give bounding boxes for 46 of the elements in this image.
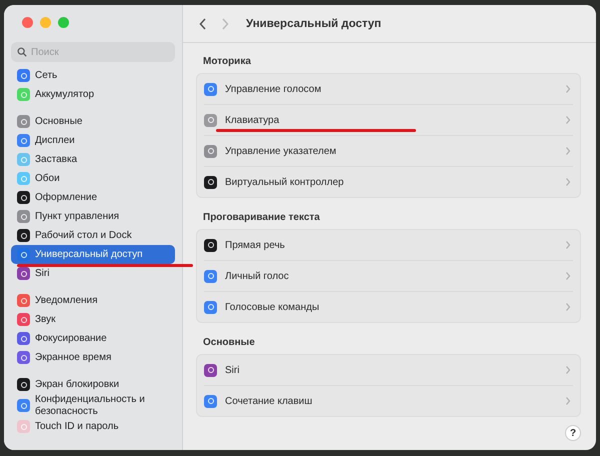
close-button[interactable] bbox=[22, 17, 33, 28]
sidebar-item[interactable]: Обои bbox=[11, 169, 175, 188]
sidebar-item[interactable]: Заставка bbox=[11, 150, 175, 169]
section-heading: Проговаривание текста bbox=[202, 212, 321, 225]
sidebar-item[interactable]: Экран блокировки bbox=[11, 375, 175, 394]
help-button[interactable]: ? bbox=[565, 425, 581, 441]
search-field[interactable]: Поиск bbox=[11, 42, 175, 62]
settings-row[interactable]: Прямая речь bbox=[204, 230, 573, 260]
settings-row[interactable]: Управление голосом bbox=[204, 74, 573, 104]
chevron-icon bbox=[565, 146, 571, 156]
chevron-icon bbox=[565, 365, 571, 375]
sidebar-item[interactable]: Универсальный доступ bbox=[11, 245, 175, 264]
zoom-button[interactable] bbox=[58, 17, 69, 28]
chevron-icon bbox=[565, 177, 571, 187]
settings-row[interactable]: Виртуальный контроллер bbox=[204, 167, 573, 197]
chevron-icon bbox=[565, 240, 571, 250]
section-heading: Моторика bbox=[202, 56, 252, 69]
sidebar-item[interactable]: Оформление bbox=[11, 188, 175, 207]
back-button[interactable] bbox=[198, 16, 208, 30]
settings-row[interactable]: Личный голос bbox=[204, 261, 573, 291]
window-title: Универсальный доступ bbox=[246, 18, 382, 30]
minimize-button[interactable] bbox=[40, 17, 51, 28]
sidebar-item[interactable]: Фокусирование bbox=[11, 329, 175, 348]
chevron-icon bbox=[565, 302, 571, 312]
settings-row[interactable]: Клавиатура bbox=[204, 105, 573, 135]
sidebar-item[interactable]: Аккумулятор bbox=[11, 85, 175, 104]
chevron-icon bbox=[565, 84, 571, 94]
chevron-icon bbox=[565, 271, 571, 281]
section-heading: Основные bbox=[202, 337, 256, 350]
sidebar-item[interactable]: Уведомления bbox=[11, 291, 175, 310]
sidebar-item[interactable]: Конфиденциальность и безопасность bbox=[11, 394, 175, 417]
settings-row[interactable]: Сочетание клавиш bbox=[204, 386, 573, 416]
sidebar-item[interactable]: Основные bbox=[11, 112, 175, 131]
sidebar-item[interactable]: Рабочий стол и Dock bbox=[11, 226, 175, 245]
sidebar-item[interactable]: Siri bbox=[11, 264, 175, 283]
sidebar-item[interactable]: Touch ID и пароль bbox=[11, 417, 175, 436]
settings-row[interactable]: Siri bbox=[204, 355, 573, 385]
sidebar-item[interactable]: Дисплеи bbox=[11, 131, 175, 150]
sidebar-item[interactable]: Сеть bbox=[11, 66, 175, 85]
chevron-icon bbox=[565, 396, 571, 406]
settings-row[interactable]: Управление указателем bbox=[204, 136, 573, 166]
settings-row[interactable]: Голосовые команды bbox=[204, 292, 573, 322]
sidebar-item[interactable]: Пункт управления bbox=[11, 207, 175, 226]
sidebar-item[interactable]: Экранное время bbox=[11, 348, 175, 367]
sidebar-item[interactable]: Звук bbox=[11, 310, 175, 329]
chevron-icon bbox=[565, 115, 571, 125]
